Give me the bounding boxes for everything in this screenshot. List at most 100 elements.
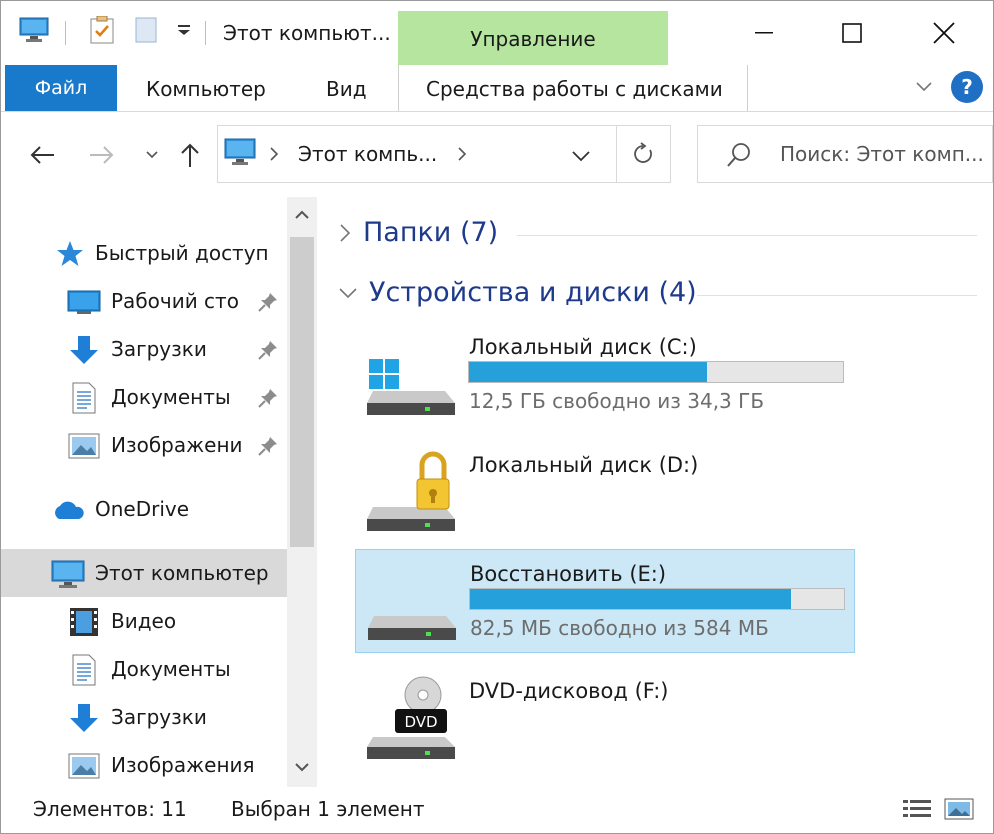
new-folder-icon[interactable] — [131, 15, 161, 45]
drive-name: Восстановить (E:) — [470, 562, 667, 586]
tab-view[interactable]: Вид — [326, 77, 367, 101]
details-view-icon — [903, 800, 931, 817]
chevron-down-icon — [295, 763, 309, 772]
drive-icon — [366, 558, 458, 644]
sidebar-item-video[interactable]: Видео — [1, 597, 287, 645]
large-icons-view-button[interactable] — [943, 795, 975, 823]
pin-icon[interactable] — [257, 435, 279, 461]
windows-drive-icon — [365, 331, 457, 417]
sidebar-item-downloads-pc[interactable]: Загрузки — [1, 693, 287, 741]
sidebar-item-pictures-pinned[interactable]: Изображени — [1, 421, 287, 469]
computer-icon — [51, 557, 85, 591]
search-icon — [726, 142, 752, 172]
navigation-pane: Быстрый доступ Рабочий сто Загрузки Доку… — [1, 197, 317, 787]
download-arrow-icon — [67, 701, 101, 735]
scroll-down-button[interactable] — [292, 757, 312, 777]
computer-icon[interactable] — [19, 15, 49, 45]
refresh-button[interactable] — [616, 126, 671, 182]
close-button[interactable] — [909, 11, 979, 55]
chevron-down-icon — [572, 151, 590, 162]
sidebar-item-onedrive[interactable]: OneDrive — [1, 485, 287, 533]
address-text[interactable]: Этот компь... — [298, 142, 437, 166]
download-arrow-icon — [67, 333, 101, 367]
tab-manage[interactable]: Управление — [398, 11, 668, 65]
star-icon — [53, 237, 87, 271]
divider — [697, 295, 977, 296]
chevron-down-icon[interactable] — [169, 15, 199, 45]
film-icon — [67, 605, 101, 639]
sidebar-item-documents[interactable]: Документы — [1, 645, 287, 693]
sidebar-item-this-pc[interactable]: Этот компьютер — [1, 549, 287, 597]
scroll-up-button[interactable] — [292, 205, 312, 225]
drive-free-space: 12,5 ГБ свободно из 34,3 ГБ — [469, 389, 765, 413]
drive-item[interactable]: DVD DVD-дисковод (F:) — [355, 667, 853, 769]
group-title: Папки (7) — [363, 217, 499, 248]
maximize-button[interactable] — [817, 11, 887, 55]
chevron-right-icon[interactable] — [268, 146, 280, 166]
sidebar-item-pictures[interactable]: Изображения — [1, 741, 287, 787]
content-pane: Папки (7) Устройства и диски (4) Локальн… — [317, 197, 993, 787]
separator — [398, 65, 399, 111]
ribbon-tabs: Файл Компьютер Вид Средства работы с дис… — [1, 65, 993, 112]
properties-icon[interactable] — [87, 15, 117, 45]
group-devices[interactable]: Устройства и диски (4) — [337, 277, 697, 308]
cloud-icon — [51, 493, 85, 527]
chevron-right-icon[interactable] — [456, 146, 468, 166]
recent-locations-button[interactable] — [137, 140, 167, 170]
up-button[interactable] — [175, 140, 205, 170]
search-box[interactable]: Поиск: Этот комп... — [697, 125, 993, 183]
drive-name: DVD-дисковод (F:) — [469, 679, 669, 703]
capacity-bar-fill — [470, 589, 792, 609]
pin-icon[interactable] — [257, 339, 279, 365]
arrow-left-icon — [30, 146, 54, 164]
desktop-icon — [67, 285, 101, 319]
back-button[interactable] — [27, 140, 57, 170]
item-count: Элементов: 11 — [33, 797, 187, 821]
tab-manage-label: Управление — [470, 27, 596, 51]
picture-icon — [67, 429, 101, 463]
tab-file[interactable]: Файл — [5, 65, 117, 111]
help-button[interactable]: ? — [951, 71, 983, 103]
tab-computer[interactable]: Компьютер — [146, 77, 266, 101]
dvd-drive-icon: DVD — [365, 675, 457, 761]
forward-button[interactable] — [87, 140, 117, 170]
sidebar-item-label: Загрузки — [111, 705, 207, 729]
sidebar-item-label: Этот компьютер — [95, 561, 269, 585]
address-history-button[interactable] — [570, 148, 592, 167]
refresh-icon — [634, 142, 652, 163]
minimize-button[interactable] — [729, 11, 799, 55]
drive-item[interactable]: Локальный диск (C:) 12,5 ГБ свободно из … — [355, 323, 853, 425]
group-title: Устройства и диски (4) — [369, 277, 697, 308]
chevron-right-icon — [340, 223, 351, 242]
locked-drive-icon — [365, 449, 457, 535]
explorer-window: Этот компьют... Управление Файл Компьюте… — [0, 0, 994, 834]
sidebar-item-downloads[interactable]: Загрузки — [1, 325, 287, 373]
details-view-button[interactable] — [901, 795, 933, 823]
sidebar-scrollbar[interactable] — [287, 197, 317, 787]
sidebar-item-label: Рабочий сто — [111, 289, 239, 313]
sidebar-item-quick-access[interactable]: Быстрый доступ — [1, 229, 287, 277]
pin-icon[interactable] — [257, 387, 279, 413]
drive-name: Локальный диск (C:) — [469, 335, 697, 359]
address-bar[interactable]: Этот компь... — [217, 125, 671, 183]
chevron-up-icon — [295, 210, 309, 219]
capacity-bar — [469, 588, 845, 610]
large-icons-view-icon — [944, 798, 974, 820]
group-folders[interactable]: Папки (7) — [337, 217, 498, 248]
divider — [517, 235, 977, 236]
pin-icon[interactable] — [257, 291, 279, 317]
drive-item[interactable]: Локальный диск (D:) — [355, 441, 853, 543]
tab-disk-tools[interactable]: Средства работы с дисками — [426, 77, 723, 101]
search-input[interactable]: Поиск: Этот комп... — [780, 142, 984, 166]
sidebar-item-documents-pinned[interactable]: Документы — [1, 373, 287, 421]
selection-count: Выбран 1 элемент — [231, 797, 425, 821]
drive-item-selected[interactable]: Восстановить (E:) 82,5 МБ свободно из 58… — [355, 549, 855, 653]
document-icon — [67, 653, 101, 687]
scroll-thumb[interactable] — [290, 237, 314, 547]
minimize-icon — [755, 32, 773, 34]
expand-ribbon-button[interactable] — [913, 75, 935, 101]
arrow-up-icon — [181, 143, 199, 167]
sidebar-item-label: Видео — [111, 609, 177, 633]
capacity-bar-fill — [469, 362, 707, 382]
sidebar-item-desktop[interactable]: Рабочий сто — [1, 277, 287, 325]
